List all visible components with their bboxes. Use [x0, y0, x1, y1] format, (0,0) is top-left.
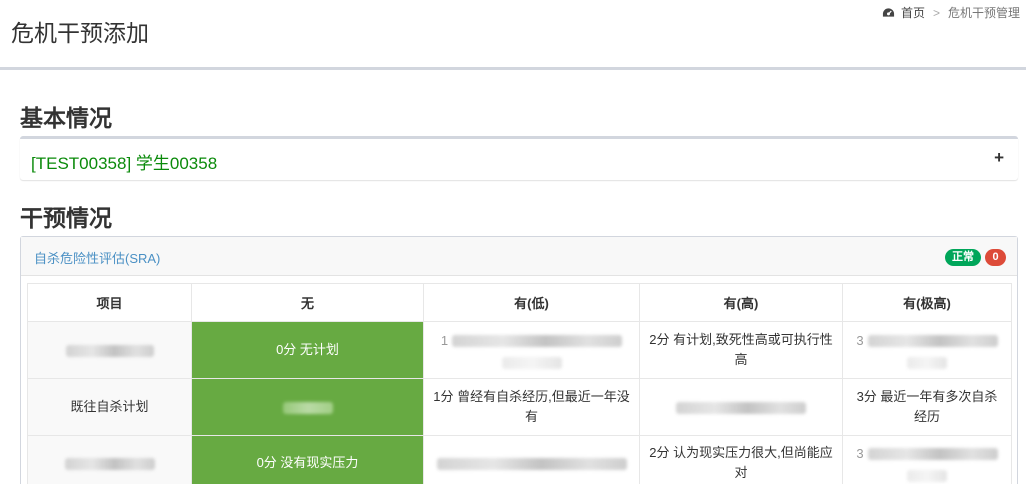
option-cell[interactable]: 2分 认为现实压力很大,但尚能应对	[639, 435, 843, 484]
dashboard-icon	[882, 8, 895, 17]
option-score-prefix: 3	[856, 333, 864, 348]
status-badge: 正常	[945, 249, 981, 266]
row-item-label: 既往自杀计划	[27, 378, 192, 436]
sra-panel-title[interactable]: 自杀危险性评估(SRA)	[34, 248, 160, 267]
redacted-text	[65, 344, 154, 357]
sra-panel-header: 自杀危险性评估(SRA) 正常 0	[21, 237, 1017, 276]
section-title-intervention: 干预情况	[20, 205, 112, 231]
student-info-box: [TEST00358] 学生00358 +	[20, 136, 1018, 180]
option-cell-selected[interactable]: 0分 无计划	[191, 321, 424, 379]
breadcrumb-separator: >	[932, 5, 940, 20]
column-header: 有(极高)	[842, 283, 1012, 322]
page-title: 危机干预添加	[11, 20, 149, 46]
student-name: [TEST00358] 学生00358	[31, 154, 218, 173]
redacted-text	[282, 401, 333, 414]
option-cell[interactable]: 1	[423, 321, 640, 379]
sra-table: 项目 无 有(低) 有(高) 有(极高) 0分 无计划 1 2分 有计划,致死性…	[27, 283, 1012, 484]
row-item-label	[27, 435, 192, 484]
option-cell[interactable]	[639, 378, 843, 436]
option-cell[interactable]	[423, 435, 640, 484]
page-header: 危机干预添加 首页 > 危机干预管理	[0, 0, 1026, 70]
redacted-text: 1	[432, 331, 631, 369]
redacted-text	[676, 401, 806, 414]
column-header: 无	[191, 283, 424, 322]
column-header: 有(高)	[639, 283, 843, 322]
option-cell[interactable]: 2分 有计划,致死性高或可执行性高	[639, 321, 843, 379]
row-item-label	[27, 321, 192, 379]
option-score-prefix: 1	[440, 333, 449, 348]
redacted-text	[64, 457, 155, 470]
breadcrumb-home-link[interactable]: 首页	[901, 4, 925, 21]
option-cell[interactable]: 3	[842, 321, 1012, 379]
section-title-basic: 基本情况	[20, 105, 112, 131]
table-row: 0分 无计划 1 2分 有计划,致死性高或可执行性高 3	[27, 321, 1012, 379]
redacted-text: 3	[851, 444, 1003, 482]
column-header: 项目	[27, 283, 192, 322]
expand-plus-icon[interactable]: +	[994, 148, 1004, 168]
sra-panel: 自杀危险性评估(SRA) 正常 0 项目 无 有(低) 有(高) 有(极高) 0…	[20, 236, 1018, 484]
redacted-text: 3	[851, 331, 1003, 369]
table-row: 既往自杀计划 1分 曾经有自杀经历,但最近一年没有 3分 最近一年有多次自杀经历	[27, 378, 1012, 436]
option-cell[interactable]: 1分 曾经有自杀经历,但最近一年没有	[423, 378, 640, 436]
option-cell[interactable]: 3	[842, 435, 1012, 484]
table-row: 0分 没有现实压力 2分 认为现实压力很大,但尚能应对 3	[27, 435, 1012, 484]
breadcrumb: 首页 > 危机干预管理	[882, 4, 1020, 21]
option-cell[interactable]: 3分 最近一年有多次自杀经历	[842, 378, 1012, 436]
option-cell-selected[interactable]: 0分 没有现实压力	[191, 435, 424, 484]
column-header: 有(低)	[423, 283, 640, 322]
redacted-text	[436, 457, 627, 470]
score-badge: 0	[985, 249, 1006, 266]
breadcrumb-current: 危机干预管理	[947, 6, 1020, 20]
option-cell-selected[interactable]	[191, 378, 424, 436]
table-header-row: 项目 无 有(低) 有(高) 有(极高)	[27, 283, 1012, 322]
option-score-prefix: 3	[856, 446, 864, 461]
